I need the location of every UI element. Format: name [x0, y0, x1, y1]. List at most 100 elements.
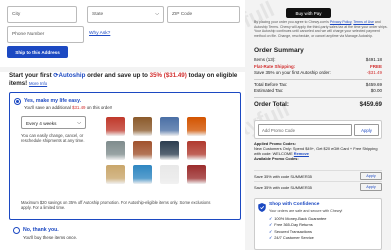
confidence-title: Shop with Confidence: [269, 202, 320, 207]
yes-title: Yes, make my life easy.: [24, 98, 82, 104]
shipping-label: Flat-Rate Shipping:: [254, 63, 296, 69]
order-total-label: Order Total:: [254, 100, 289, 108]
yes-subtitle: You'll save an additional $31.49 on this…: [24, 105, 112, 110]
divider: [254, 96, 382, 98]
shield-icon: [258, 203, 266, 212]
before-tax-label: Total Before Tax:: [254, 81, 288, 87]
frequency-select[interactable]: Every 4 weeks ⌵: [21, 116, 86, 129]
autoship-disclaimer: Maximum $20 savings on 35% off Autoship …: [21, 200, 211, 211]
apply-code-button[interactable]: Apply: [360, 172, 382, 180]
product-thumbnail: [106, 141, 125, 160]
before-tax-value: $459.69: [365, 81, 382, 87]
promo-code-label: Save 35% with code SUMMER35: [254, 185, 312, 190]
no-radio[interactable]: [13, 227, 20, 234]
product-thumbnail: [106, 165, 125, 184]
savings-value: -$31.49: [366, 70, 382, 76]
product-thumbnail: [160, 165, 179, 184]
confidence-item: 24/7 Customer Service: [274, 235, 314, 241]
savings-row: Save 35% on your first Autoship order: -$…: [254, 70, 382, 77]
state-placeholder: State: [92, 12, 104, 17]
phone-placeholder: Phone Number: [12, 32, 45, 37]
apply-code-button[interactable]: Apply: [360, 183, 382, 191]
autoship-section: Start your first ⟳Autoship order and sav…: [0, 72, 245, 250]
headline-text: Start your first: [9, 72, 54, 79]
autoship-brand-label: Autoship: [58, 72, 86, 79]
phone-field[interactable]: Phone Number: [7, 26, 84, 43]
items-row: Items (13): $491.18: [254, 57, 382, 64]
change-note: You can easily change, cancel, or resche…: [21, 133, 85, 144]
autoship-headline: Start your first ⟳Autoship order and sav…: [9, 72, 239, 88]
yes-radio[interactable]: [14, 98, 21, 105]
product-thumbnail: [106, 117, 125, 136]
promo-code-input[interactable]: Add Promo Code: [258, 124, 352, 136]
shop-with-confidence: Shop with Confidence Your orders are saf…: [254, 198, 382, 250]
order-summary-title: Order Summary: [254, 47, 304, 54]
more-info-link[interactable]: More Info: [29, 81, 47, 86]
promo-code-box: Add Promo Code Apply: [254, 120, 382, 139]
check-icon: ✓: [269, 222, 273, 228]
confidence-item: Secured Transactions: [274, 228, 312, 234]
state-select[interactable]: State ⌵: [87, 6, 164, 23]
headline-text: order and save up to: [85, 72, 150, 79]
available-promo-row: Save 35% with code SUMMER35 Apply: [254, 181, 382, 191]
savings-amount: 35% ($31.49): [149, 72, 187, 79]
city-field[interactable]: City: [7, 6, 77, 23]
applied-promo-text: New Customers Only: Spend $49+, Get $20 …: [254, 146, 378, 156]
shipping-value: FREE: [369, 63, 382, 69]
check-icon: ✓: [269, 235, 273, 241]
no-title: No, thank you.: [23, 227, 59, 233]
privacy-policy-link[interactable]: Privacy Policy: [330, 20, 352, 24]
yes-subtitle-text: on this order!: [85, 105, 113, 110]
product-thumbnail: [160, 141, 179, 160]
confidence-item: Free 365-Day Returns: [274, 222, 313, 228]
terms-copy: By placing your order you agree to Chewy…: [254, 20, 330, 24]
list-item: ✓ 24/7 Customer Service: [269, 235, 326, 241]
confidence-subtitle: Your orders are safe and secure with Che…: [269, 209, 343, 213]
yes-subtitle-text: You'll save an additional: [24, 105, 73, 110]
frequency-value: Every 4 weeks: [26, 121, 57, 126]
chevron-down-icon: ⌵: [155, 11, 159, 17]
confidence-list: ✓ 100% Money-Back Guarantee ✓ Free 365-Day…: [269, 216, 326, 242]
before-tax-row: Total Before Tax: $459.69: [254, 82, 382, 89]
check-icon: ✓: [269, 228, 273, 234]
product-thumbnail: [187, 117, 206, 136]
chevron-down-icon: ⌵: [77, 120, 81, 126]
apply-promo-button[interactable]: Apply: [354, 124, 379, 136]
order-summary-panel: Buy with Pay By placing your order you a…: [248, 0, 391, 250]
buy-with-pay-button[interactable]: Buy with Pay: [286, 8, 331, 18]
check-icon: ✓: [269, 216, 273, 221]
product-thumbnail: [133, 165, 152, 184]
autoship-brand: ⟳Autoship: [53, 72, 85, 79]
applied-promos: Applied Promo Codes: New Customers Only:…: [254, 141, 382, 161]
tax-label: Estimated Tax:: [254, 88, 284, 94]
tax-value: $0.00: [370, 88, 382, 94]
product-thumbnail: [133, 117, 152, 136]
city-placeholder: City: [12, 12, 21, 17]
order-total-value: $459.69: [359, 100, 382, 108]
savings-label: Save 35% on your first Autoship order:: [254, 70, 331, 76]
available-promos-title: Available Promo Codes:: [254, 156, 299, 161]
items-value: $491.18: [365, 57, 382, 62]
shipping-row: Flat-Rate Shipping: FREE: [254, 64, 382, 71]
available-promo-row: Save 35% with code SUMMER35 Apply: [254, 170, 382, 180]
items-label: Items (13):: [254, 57, 276, 62]
zip-field[interactable]: ZIP Code: [167, 6, 240, 23]
terms-text: By placing your order you agree to Chewy…: [254, 20, 388, 38]
order-summary: Order Summary Items (13): $491.18 Flat-Ra…: [254, 47, 382, 108]
order-total-row: Order Total: $459.69: [254, 101, 382, 108]
promo-code-label: Save 35% with code SUMMER35: [254, 174, 312, 179]
why-ask-link[interactable]: Why Ask?: [89, 31, 110, 36]
yes-savings-amount: $31.49: [72, 105, 86, 110]
ship-to-address-button[interactable]: Ship to this Address: [7, 46, 68, 58]
terms-of-use-link[interactable]: Terms of Use: [353, 20, 374, 24]
product-thumbnail: [187, 165, 206, 184]
product-thumbnail: [187, 141, 206, 160]
product-thumbnail: [160, 117, 179, 136]
autoship-yes-option[interactable]: Yes, make my life easy. You'll save an a…: [9, 92, 241, 220]
address-form: City State ⌵ ZIP Code Phone Number Why A…: [0, 0, 245, 67]
no-subtitle: You'll buy these items once.: [23, 235, 78, 240]
divider: [254, 78, 382, 80]
zip-placeholder: ZIP Code: [172, 12, 193, 17]
confidence-item: 100% Money-Back Guarantee: [274, 216, 327, 221]
product-thumbnail: [133, 141, 152, 160]
